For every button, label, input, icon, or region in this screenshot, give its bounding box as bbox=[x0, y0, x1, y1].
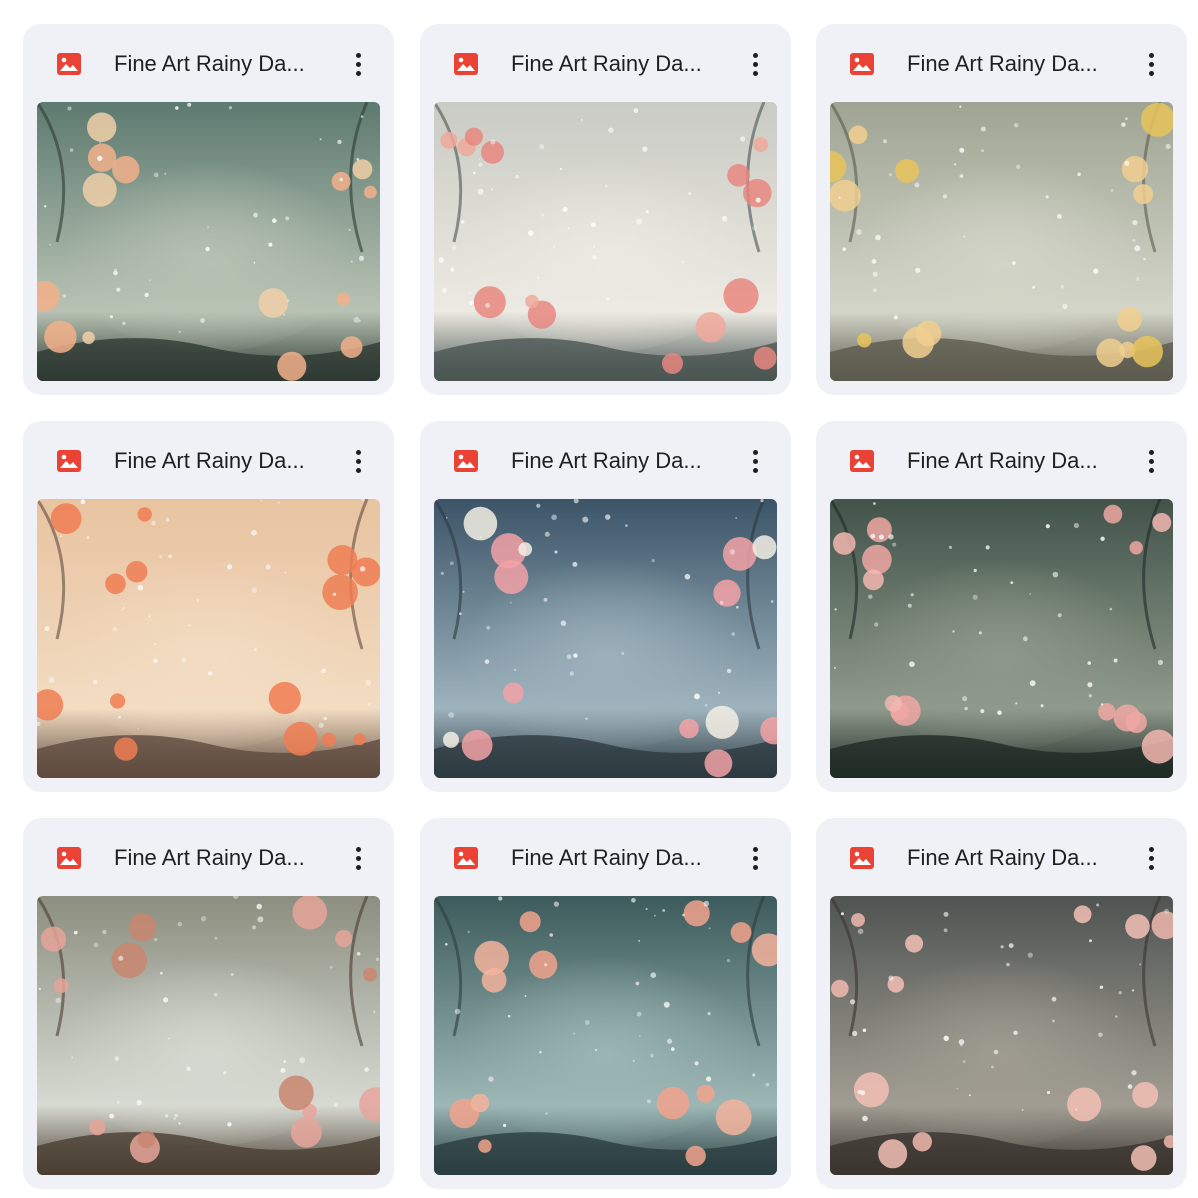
more-vert-icon[interactable] bbox=[344, 841, 372, 875]
file-card[interactable]: Fine Art Rainy Da... bbox=[816, 421, 1187, 792]
image-file-icon bbox=[56, 51, 82, 77]
image-thumbnail[interactable] bbox=[830, 896, 1173, 1175]
more-vert-icon[interactable] bbox=[1137, 841, 1165, 875]
image-thumbnail[interactable] bbox=[830, 499, 1173, 778]
image-file-icon bbox=[849, 51, 875, 77]
image-file-icon bbox=[453, 51, 479, 77]
file-card-header: Fine Art Rainy Da... bbox=[420, 24, 791, 102]
file-card[interactable]: Fine Art Rainy Da... bbox=[816, 818, 1187, 1189]
file-card[interactable]: Fine Art Rainy Da... bbox=[23, 421, 394, 792]
image-file-icon bbox=[56, 448, 82, 474]
more-vert-icon[interactable] bbox=[741, 444, 769, 478]
file-title: Fine Art Rainy Da... bbox=[511, 51, 702, 76]
file-card[interactable]: Fine Art Rainy Da... bbox=[420, 421, 791, 792]
more-vert-icon[interactable] bbox=[741, 841, 769, 875]
file-card-header: Fine Art Rainy Da... bbox=[816, 24, 1187, 102]
file-card[interactable]: Fine Art Rainy Da... bbox=[816, 24, 1187, 395]
image-thumbnail[interactable] bbox=[434, 102, 777, 381]
file-title: Fine Art Rainy Da... bbox=[907, 448, 1098, 473]
file-card[interactable]: Fine Art Rainy Da... bbox=[420, 818, 791, 1189]
file-card-header: Fine Art Rainy Da... bbox=[420, 421, 791, 499]
image-thumbnail[interactable] bbox=[434, 499, 777, 778]
file-title: Fine Art Rainy Da... bbox=[114, 845, 305, 870]
image-file-icon bbox=[56, 845, 82, 871]
file-card-header: Fine Art Rainy Da... bbox=[420, 818, 791, 896]
more-vert-icon[interactable] bbox=[344, 47, 372, 81]
file-card-header: Fine Art Rainy Da... bbox=[23, 24, 394, 102]
image-thumbnail[interactable] bbox=[37, 102, 380, 381]
file-card[interactable]: Fine Art Rainy Da... bbox=[23, 818, 394, 1189]
more-vert-icon[interactable] bbox=[344, 444, 372, 478]
file-card[interactable]: Fine Art Rainy Da... bbox=[420, 24, 791, 395]
file-title: Fine Art Rainy Da... bbox=[907, 51, 1098, 76]
file-card-header: Fine Art Rainy Da... bbox=[816, 421, 1187, 499]
file-grid: Fine Art Rainy Da... Fine Art Rainy Da...… bbox=[0, 0, 1198, 1198]
image-thumbnail[interactable] bbox=[37, 499, 380, 778]
file-card-header: Fine Art Rainy Da... bbox=[816, 818, 1187, 896]
file-card[interactable]: Fine Art Rainy Da... bbox=[23, 24, 394, 395]
file-card-header: Fine Art Rainy Da... bbox=[23, 818, 394, 896]
more-vert-icon[interactable] bbox=[1137, 444, 1165, 478]
image-thumbnail[interactable] bbox=[434, 896, 777, 1175]
more-vert-icon[interactable] bbox=[1137, 47, 1165, 81]
file-card-header: Fine Art Rainy Da... bbox=[23, 421, 394, 499]
image-thumbnail[interactable] bbox=[37, 896, 380, 1175]
file-title: Fine Art Rainy Da... bbox=[114, 51, 305, 76]
image-file-icon bbox=[849, 448, 875, 474]
file-title: Fine Art Rainy Da... bbox=[114, 448, 305, 473]
file-title: Fine Art Rainy Da... bbox=[907, 845, 1098, 870]
image-file-icon bbox=[453, 845, 479, 871]
image-file-icon bbox=[453, 448, 479, 474]
image-thumbnail[interactable] bbox=[830, 102, 1173, 381]
file-title: Fine Art Rainy Da... bbox=[511, 448, 702, 473]
more-vert-icon[interactable] bbox=[741, 47, 769, 81]
image-file-icon bbox=[849, 845, 875, 871]
file-title: Fine Art Rainy Da... bbox=[511, 845, 702, 870]
